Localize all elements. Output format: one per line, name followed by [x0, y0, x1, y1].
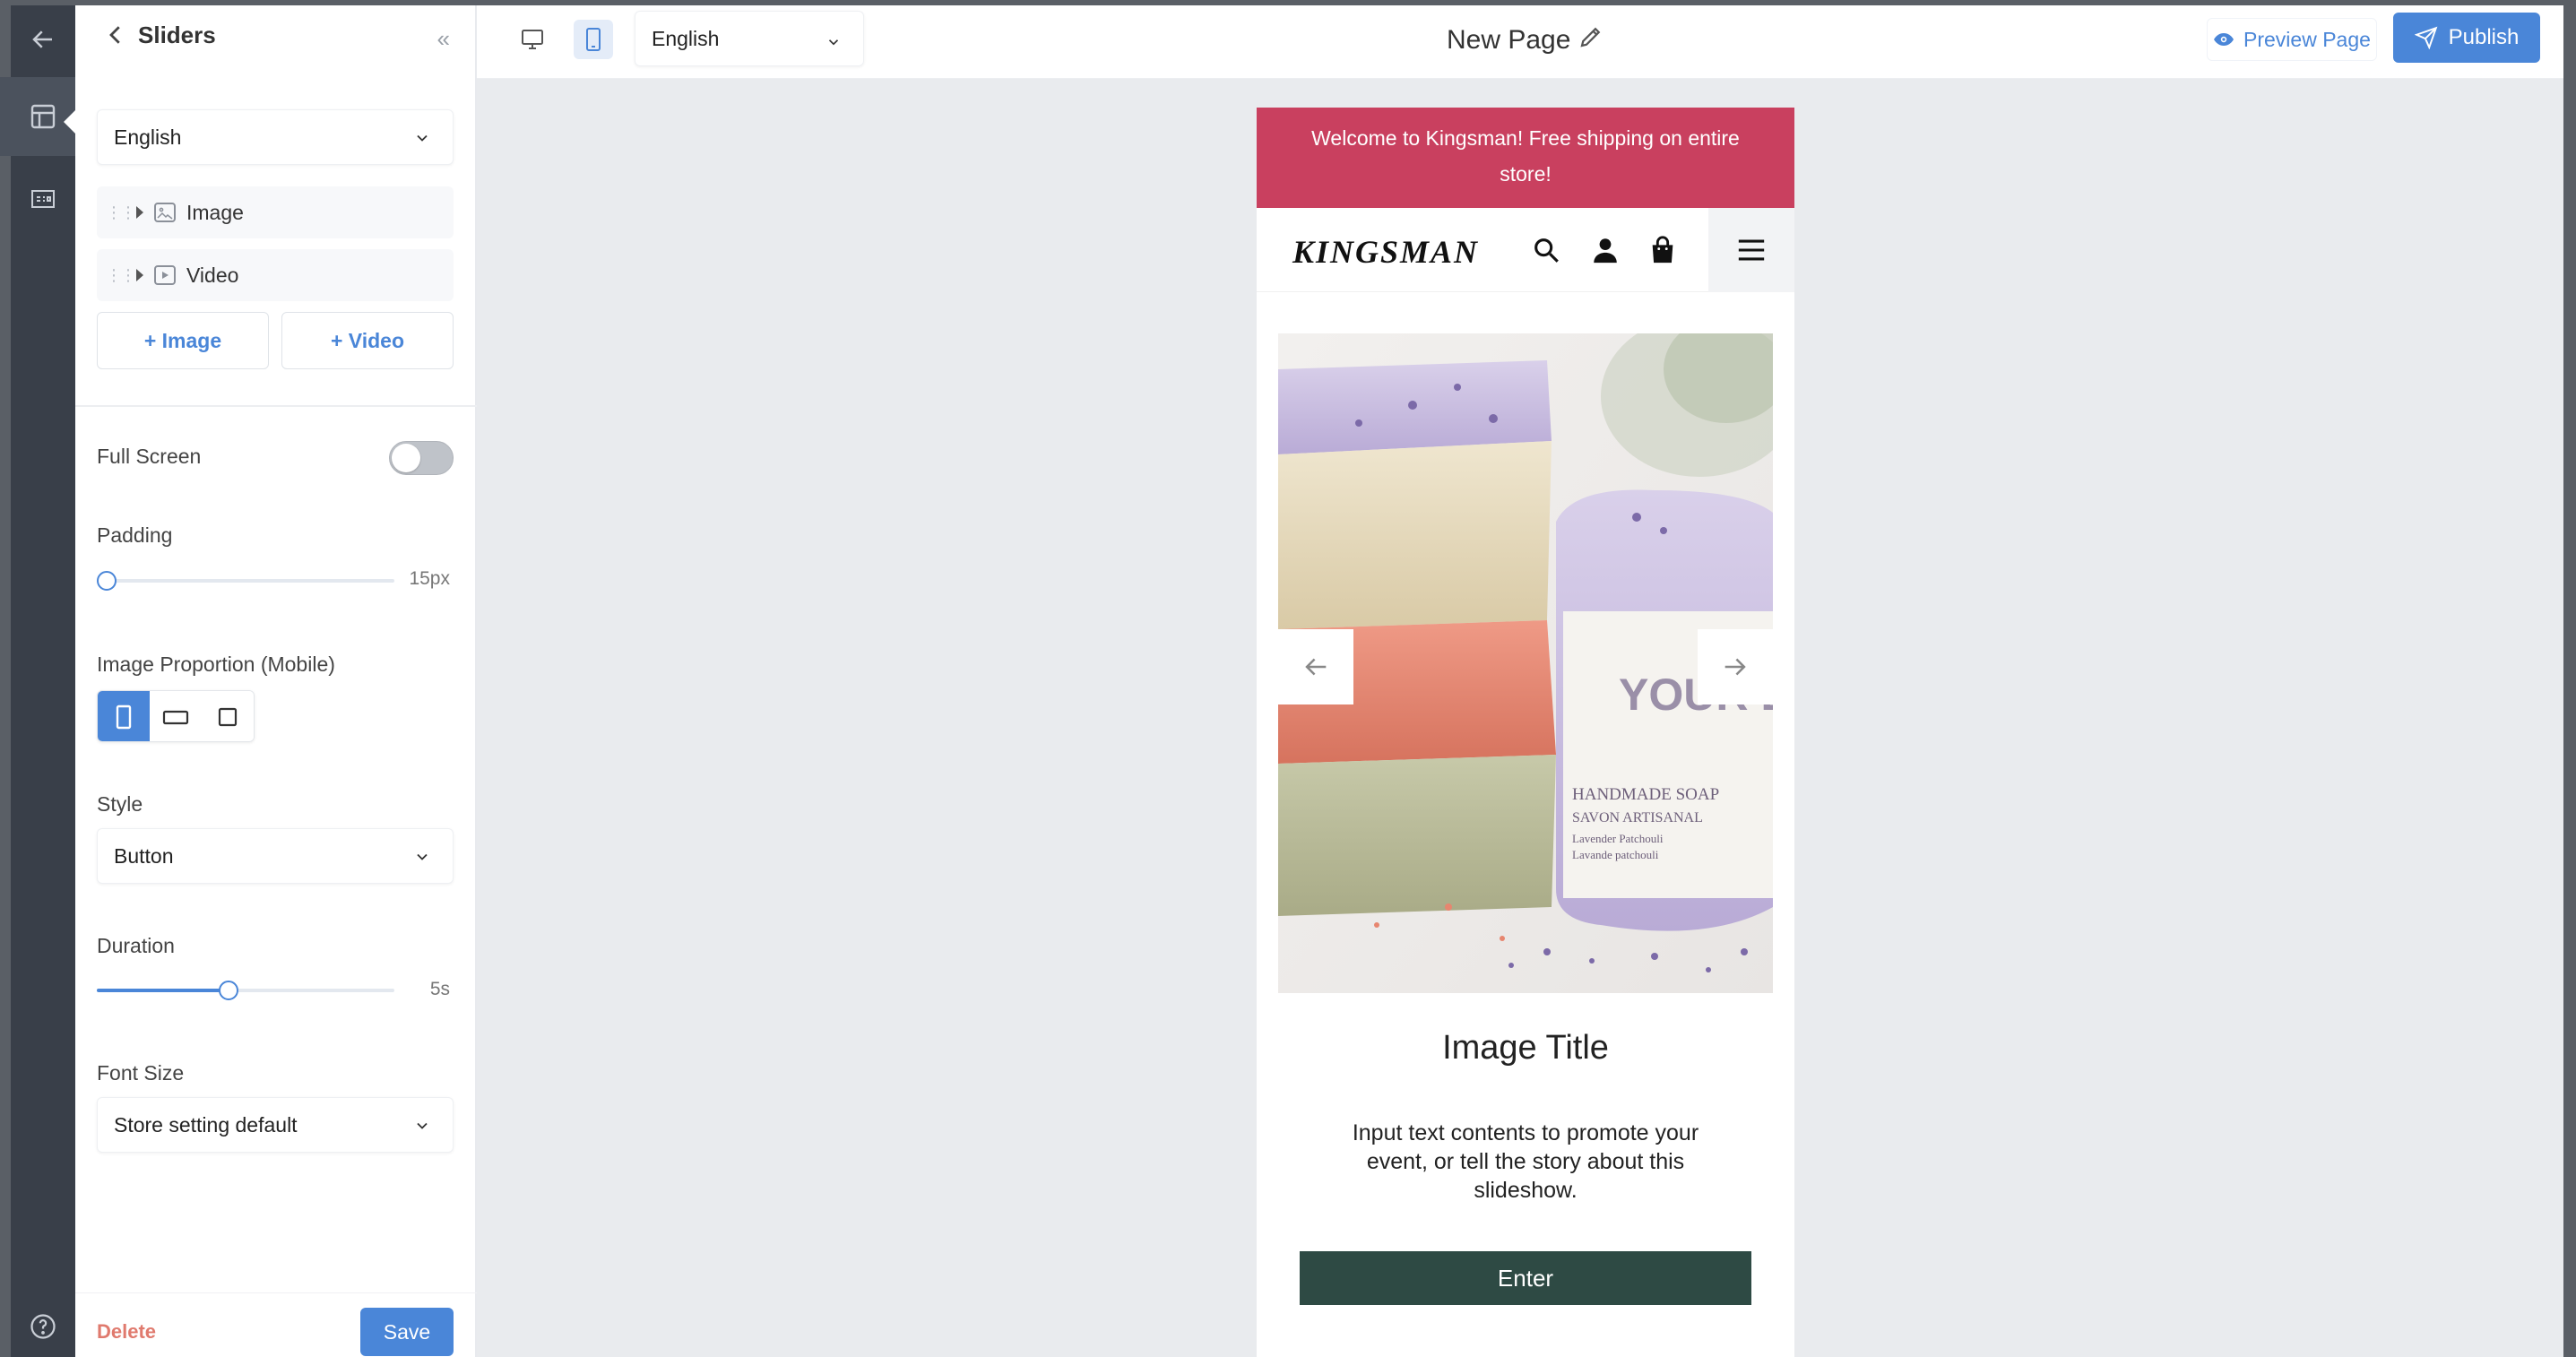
- enter-button[interactable]: Enter: [1300, 1251, 1751, 1305]
- chevron-down-icon: [826, 31, 842, 48]
- store-navbar: KINGSMAN: [1257, 208, 1794, 292]
- eye-icon: [2214, 33, 2234, 46]
- editor-topbar: English New Page Preview Page Publish: [477, 5, 2576, 79]
- drag-handle-icon[interactable]: ⋮⋮: [106, 266, 136, 285]
- account-icon[interactable]: [1590, 235, 1621, 265]
- image-proportion-group: [97, 690, 255, 742]
- padding-slider[interactable]: [97, 571, 394, 591]
- send-icon: [2414, 26, 2438, 49]
- chevron-down-icon: [413, 1116, 431, 1134]
- duration-label: Duration: [97, 934, 175, 957]
- page-title: New Page: [1447, 25, 1571, 55]
- preview-page-button[interactable]: Preview Page: [2207, 18, 2377, 61]
- arrow-right-icon: [1725, 658, 1746, 676]
- soap-label-1: HANDMADE SOAP: [1572, 785, 1719, 804]
- image-icon: [154, 203, 176, 222]
- preview-page-label: Preview Page: [2243, 27, 2371, 51]
- sidebar-footer: Delete Save: [75, 1292, 477, 1357]
- soap-label-2: SAVON ARTISANAL: [1572, 810, 1703, 825]
- collapse-sidebar-icon[interactable]: «: [437, 25, 450, 53]
- tree-item-label: Image: [186, 200, 244, 224]
- slide-description: Input text contents to promote your even…: [1352, 1120, 1699, 1203]
- sidebar-header: Sliders «: [75, 5, 477, 68]
- store-logo[interactable]: KINGSMAN: [1292, 233, 1479, 271]
- tree-item-label: Video: [186, 263, 239, 287]
- soap-label-4: Lavande patchouli: [1572, 848, 1659, 861]
- edit-title-pencil-icon[interactable]: [1578, 23, 1604, 50]
- sidebar-title: Sliders: [138, 22, 216, 48]
- font-size-select-value: Store setting default: [114, 1112, 298, 1137]
- duration-slider-thumb[interactable]: [219, 981, 239, 1000]
- toggle-knob: [392, 444, 420, 472]
- style-select-value: Button: [114, 843, 174, 868]
- preview-canvas: Welcome to Kingsman! Free shipping on en…: [477, 79, 2563, 1357]
- style-label: Style: [97, 792, 143, 816]
- publish-label: Publish: [2448, 25, 2520, 49]
- slide-prev-button[interactable]: [1278, 629, 1353, 704]
- slide-image: YOUR LOGO HANDMADE SOAP SAVON ARTISANAL …: [1278, 333, 1773, 993]
- arrow-left-icon: [1305, 658, 1327, 676]
- back-arrow-icon[interactable]: [22, 18, 65, 61]
- padding-label: Padding: [97, 523, 173, 547]
- padding-slider-thumb[interactable]: [97, 571, 117, 591]
- slide-next-button[interactable]: [1698, 629, 1773, 704]
- window-right-border: [2563, 5, 2576, 1357]
- publish-button[interactable]: Publish: [2393, 13, 2540, 63]
- app-window: Sliders « English ⋮⋮ Image ⋮⋮ Video + Im…: [0, 0, 2576, 1357]
- left-rail: [0, 5, 86, 1357]
- expand-caret-icon[interactable]: [136, 206, 143, 219]
- help-icon[interactable]: [22, 1305, 65, 1348]
- full-screen-toggle[interactable]: [389, 441, 454, 475]
- font-size-select[interactable]: Store setting default: [97, 1097, 454, 1153]
- section-divider: [75, 405, 477, 407]
- settings-sidebar: Sliders « English ⋮⋮ Image ⋮⋮ Video + Im…: [75, 5, 477, 1357]
- expand-caret-icon[interactable]: [136, 269, 143, 281]
- duration-value: 5s: [429, 979, 450, 999]
- tree-item-video[interactable]: ⋮⋮ Video: [97, 249, 454, 301]
- seo-icon[interactable]: [22, 177, 65, 220]
- proportion-portrait-button[interactable]: [98, 691, 150, 741]
- add-video-button[interactable]: + Video: [281, 312, 454, 369]
- font-size-label: Font Size: [97, 1061, 185, 1085]
- duration-slider[interactable]: [97, 981, 394, 1000]
- video-icon: [154, 265, 176, 285]
- chevron-left-icon[interactable]: [102, 22, 129, 48]
- announcement-banner: Welcome to Kingsman! Free shipping on en…: [1257, 108, 1794, 208]
- soap-label-3: Lavender Patchouli: [1572, 832, 1664, 845]
- proportion-square-button[interactable]: [202, 691, 254, 741]
- slide-title: Image Title: [1442, 1029, 1609, 1067]
- active-caret: [64, 109, 76, 134]
- mobile-view-button[interactable]: [574, 20, 613, 59]
- language-select-value: English: [114, 125, 182, 149]
- image-proportion-label: Image Proportion (Mobile): [97, 653, 335, 676]
- style-select[interactable]: Button: [97, 828, 454, 884]
- search-icon[interactable]: [1531, 235, 1561, 265]
- shopping-bag-icon[interactable]: [1647, 235, 1678, 265]
- delete-button[interactable]: Delete: [97, 1320, 156, 1344]
- mobile-preview-frame: Welcome to Kingsman! Free shipping on en…: [1257, 108, 1794, 1357]
- padding-value: 15px: [409, 568, 450, 589]
- drag-handle-icon[interactable]: ⋮⋮: [106, 203, 136, 222]
- preview-language-select[interactable]: English: [635, 11, 864, 66]
- duration-slider-fill: [97, 989, 229, 992]
- desktop-view-button[interactable]: [513, 20, 552, 59]
- proportion-landscape-button[interactable]: [150, 691, 202, 741]
- preview-language-value: English: [652, 26, 720, 50]
- hamburger-menu-button[interactable]: [1708, 208, 1794, 292]
- language-select[interactable]: English: [97, 109, 454, 165]
- full-screen-label: Full Screen: [97, 445, 202, 468]
- chevron-down-icon: [413, 847, 431, 865]
- save-button[interactable]: Save: [360, 1308, 454, 1356]
- add-image-button[interactable]: + Image: [97, 312, 269, 369]
- tree-item-image[interactable]: ⋮⋮ Image: [97, 186, 454, 238]
- hamburger-icon: [1738, 239, 1765, 261]
- chevron-down-icon: [413, 128, 431, 146]
